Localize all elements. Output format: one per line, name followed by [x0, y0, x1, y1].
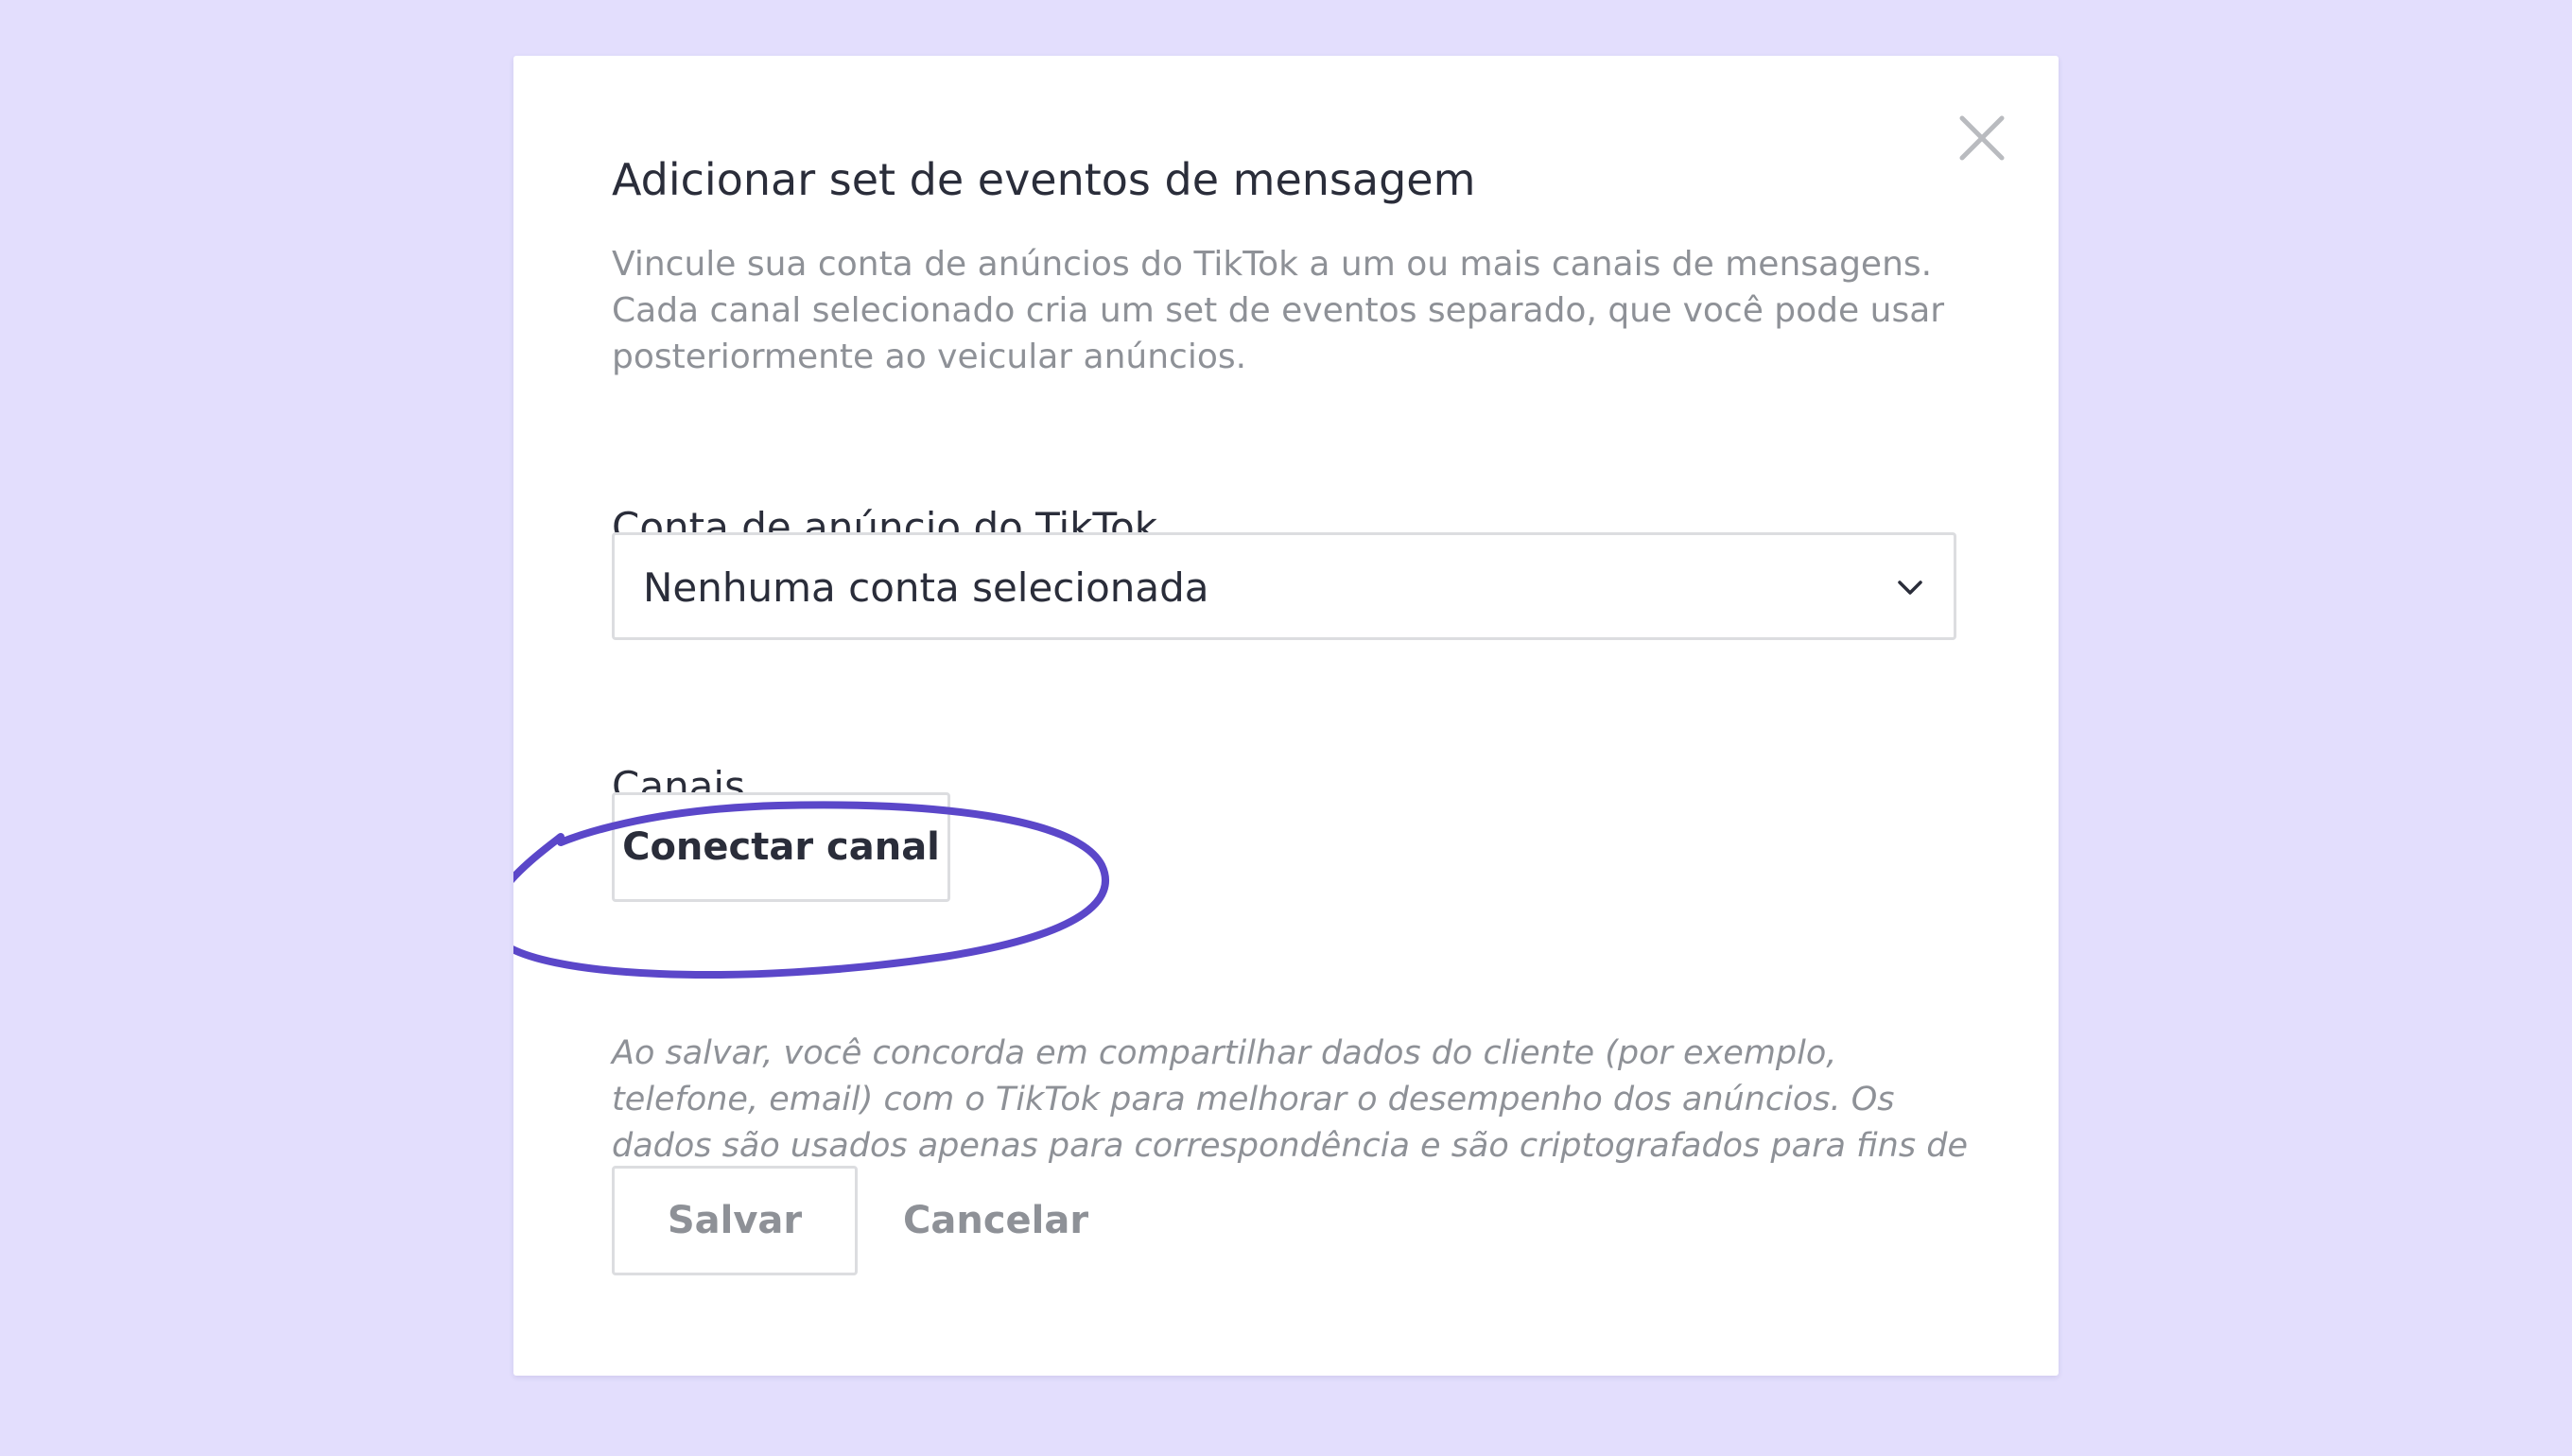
close-icon	[1959, 115, 2005, 161]
dialog-description: Vincule sua conta de anúncios do TikTok …	[612, 245, 1945, 376]
close-button[interactable]	[1953, 109, 2011, 167]
ad-account-select[interactable]: Nenhuma conta selecionada	[612, 532, 1956, 640]
connect-channel-button[interactable]: Conectar canal	[612, 792, 950, 902]
ad-account-selected-value: Nenhuma conta selecionada	[643, 564, 1209, 611]
cancel-button[interactable]: Cancelar	[894, 1166, 1098, 1275]
add-message-event-set-dialog: Adicionar set de eventos de mensagem Vin…	[513, 56, 2059, 1376]
save-button[interactable]: Salvar	[612, 1166, 858, 1275]
dialog-title: Adicionar set de eventos de mensagem	[612, 154, 1476, 205]
chevron-down-icon	[1898, 581, 1922, 595]
